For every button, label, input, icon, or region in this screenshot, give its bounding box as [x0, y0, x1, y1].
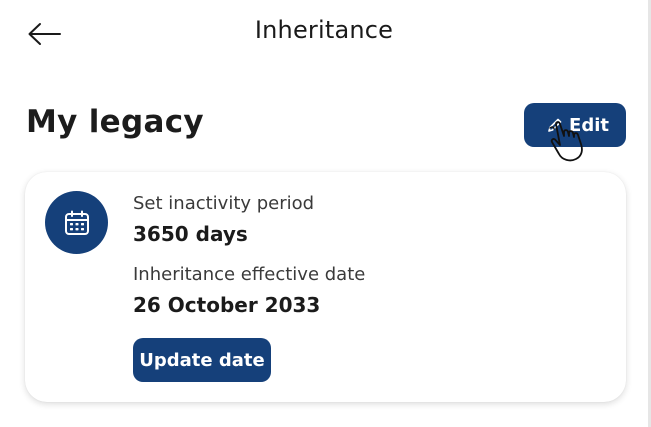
section-title: My legacy	[26, 104, 204, 140]
calendar-icon	[64, 210, 89, 235]
effective-date-value: 26 October 2033	[133, 293, 321, 317]
page-title: Inheritance	[254, 16, 394, 44]
effective-date-label: Inheritance effective date	[133, 264, 366, 285]
edit-button-label: Edit	[569, 114, 609, 136]
inheritance-screen: Inheritance My legacy Edit Set inactivit…	[0, 0, 648, 427]
inactivity-period-value: 3650 days	[133, 222, 248, 246]
update-date-button[interactable]: Update date	[133, 338, 271, 382]
app-header: Inheritance	[0, 0, 648, 70]
edit-button[interactable]: Edit	[524, 103, 626, 147]
inactivity-period-label: Set inactivity period	[133, 193, 315, 214]
calendar-badge	[45, 191, 108, 254]
legacy-card: Set inactivity period 3650 days Inherita…	[25, 172, 626, 402]
pencil-icon	[547, 117, 563, 133]
